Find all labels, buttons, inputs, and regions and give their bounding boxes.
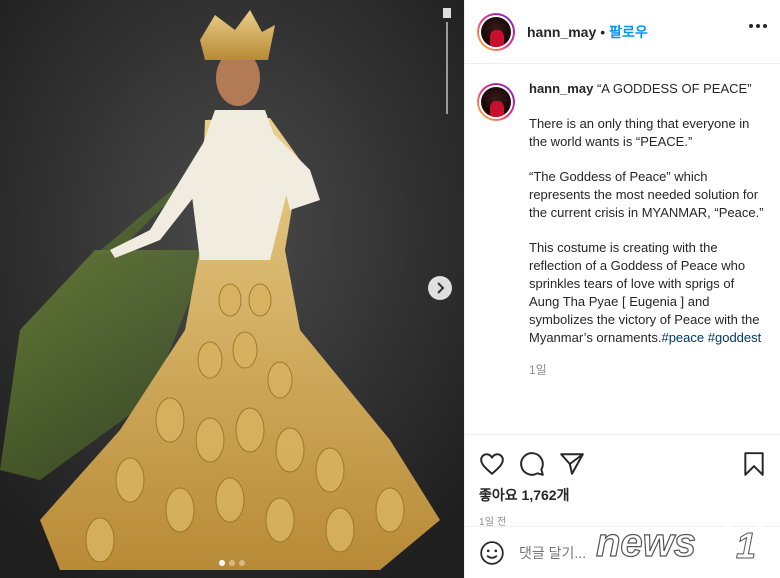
- post-photo[interactable]: [0, 0, 464, 578]
- post-header: hann_may • 팔로우: [465, 0, 780, 64]
- costume-photo: [0, 0, 464, 578]
- caption-paragraph: There is an only thing that everyone in …: [529, 116, 750, 149]
- news1-watermark-logo: news 1: [596, 518, 770, 570]
- svg-text:news: news: [596, 521, 696, 565]
- separator-dot: •: [600, 23, 606, 40]
- photographer-watermark-icon: [443, 8, 451, 114]
- caption-username[interactable]: hann_may: [529, 81, 593, 96]
- next-photo-button[interactable]: [428, 276, 452, 300]
- avatar[interactable]: [477, 12, 515, 51]
- header-username[interactable]: hann_may: [527, 24, 596, 40]
- heart-icon[interactable]: [479, 451, 505, 477]
- svg-text:1: 1: [736, 525, 756, 566]
- hashtag-link[interactable]: #peace: [661, 330, 704, 345]
- carousel-dot: [239, 560, 245, 566]
- caption-avatar[interactable]: [477, 83, 515, 121]
- carousel-dot: [229, 560, 235, 566]
- caption-paragraph: “The Goddess of Peace” which represents …: [529, 169, 764, 220]
- caption: hann_may “A GODDESS OF PEACE” There is a…: [465, 80, 780, 379]
- more-dots-icon[interactable]: [749, 24, 767, 28]
- caption-title: “A GODDESS OF PEACE”: [596, 81, 752, 96]
- comment-icon[interactable]: [519, 451, 545, 477]
- follow-button[interactable]: 팔로우: [609, 22, 648, 42]
- chevron-right-icon: [437, 282, 445, 294]
- post-side-panel: hann_may • 팔로우 hann_may “A GODDESS OF PE…: [464, 0, 780, 578]
- carousel-indicator: [0, 560, 464, 566]
- caption-text: hann_may “A GODDESS OF PEACE” There is a…: [529, 80, 765, 379]
- smiley-icon[interactable]: [479, 540, 505, 566]
- paper-plane-icon[interactable]: [559, 451, 585, 477]
- carousel-dot: [219, 560, 225, 566]
- caption-time: 1일: [529, 363, 547, 377]
- like-count[interactable]: 좋아요 1,762개: [465, 481, 780, 505]
- hashtag-link[interactable]: #goddest: [708, 330, 762, 345]
- bookmark-icon[interactable]: [741, 451, 767, 477]
